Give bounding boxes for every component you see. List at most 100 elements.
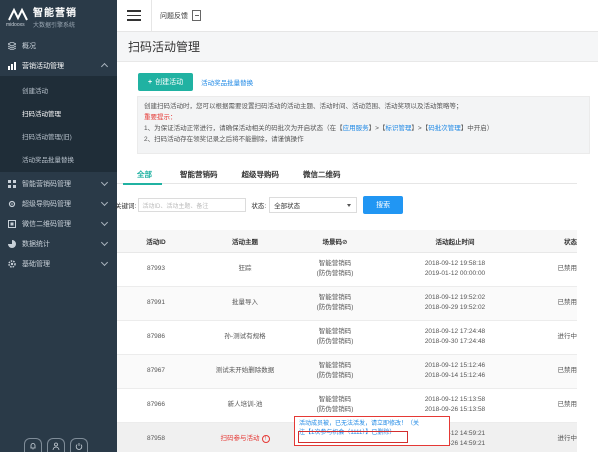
action-bar: + 创建活动 活动奖品批量替换: [138, 73, 253, 91]
create-activity-label: 创建活动: [155, 79, 184, 86]
sidebar-item-smart-code[interactable]: 智能营销码管理: [0, 174, 117, 194]
sidebar-subitem-batch-replace[interactable]: 活动奖品批量替换: [0, 147, 117, 170]
sidebar-item-label: 营销活动管理: [22, 63, 64, 70]
header-type: 场景码⊘: [295, 230, 375, 253]
cell-id: 87993: [117, 252, 195, 287]
app-service-link[interactable]: 应用服务: [343, 125, 369, 132]
edit-icon[interactable]: [192, 10, 201, 21]
cell-time: 2018-09-12 17:24:48 2018-09-30 17:24:48: [375, 320, 535, 355]
chevron-down-icon: [100, 258, 109, 267]
cell-name: 新人培训-池: [195, 388, 295, 423]
time-start: 2018-09-12 15:13:58: [424, 396, 486, 403]
tip-text: 】中开启）: [460, 125, 494, 132]
time-end: 2018-09-29 19:52:02: [424, 304, 486, 311]
keyword-input[interactable]: 活动ID、活动主题、备注: [138, 198, 247, 212]
type-line: 智能营销码: [318, 260, 352, 267]
divider: [151, 0, 152, 32]
tip-text: 】>【: [368, 125, 386, 132]
type-line: (防伪营销码): [316, 270, 354, 277]
cell-id: 87991: [117, 286, 195, 321]
sidebar-subitem-create[interactable]: 创建活动: [0, 78, 117, 101]
tab-bar: 全部 智能营销码 超级导购码 微信二维码: [117, 164, 577, 185]
error-name-text: 扫码参与活动: [220, 435, 260, 442]
cell-type: 智能营销码 (防伪营销码): [295, 354, 375, 389]
header-id: 活动ID: [117, 230, 195, 253]
sidebar-subitem-scan-manage-old[interactable]: 扫码活动管理(旧): [0, 124, 117, 147]
sidebar-submenu: 创建活动 扫码活动管理 扫码活动管理(旧) 活动奖品批量替换: [0, 76, 117, 172]
feedback-link[interactable]: 问题反馈: [160, 11, 188, 21]
cell-id: 87958: [117, 422, 195, 452]
keyword-label: 关键词:: [115, 203, 137, 210]
type-line: 智能营销码: [318, 396, 352, 403]
tip-warning-title: 重要提示：: [144, 114, 177, 121]
sidebar: 智能营销 大数据引擎系统 midooxs 概况 营销活动管理 创建活动 扫码活动…: [0, 0, 117, 452]
table-row[interactable]: 87986 孙-测试有规格 智能营销码 (防伪营销码) 2018-09-12 17…: [117, 320, 577, 355]
brand-subtitle: 大数据引擎系统: [33, 22, 76, 29]
type-line: 智能营销码: [318, 294, 352, 301]
table-row[interactable]: 87991 批量导入 智能营销码 (防伪营销码) 2018-09-12 19:52…: [117, 286, 577, 321]
tooltip-highlight-box: [298, 431, 408, 443]
chart-icon: [8, 62, 16, 70]
sidebar-item-overview[interactable]: 概况: [0, 36, 117, 56]
sidebar-item-statistics[interactable]: 数据统计: [0, 234, 117, 254]
cell-status: 进行中: [535, 422, 577, 452]
sidebar-item-label: 超级导购码管理: [22, 201, 71, 208]
sidebar-item-marketing[interactable]: 营销活动管理: [0, 56, 117, 76]
header-name: 活动主题: [195, 230, 295, 253]
table-row[interactable]: 87967 测试未开始删除数据 智能营销码 (防伪营销码) 2018-09-12 …: [117, 354, 577, 389]
header-time: 活动起止时间: [375, 230, 535, 253]
warning-icon[interactable]: !: [261, 435, 270, 443]
table-row[interactable]: 87993 狂踪 智能营销码 (防伪营销码) 2018-09-12 19:58:1…: [117, 252, 577, 287]
cell-status: 已禁用: [535, 286, 577, 321]
tip-text: 】>【: [411, 125, 429, 132]
sidebar-item-label: 微信二维码管理: [22, 221, 71, 228]
main-content: + 创建活动 活动奖品批量替换 创建扫码活动时，您可以根据需要设置扫码活动的活动…: [115, 62, 598, 452]
tab-wechat-qr[interactable]: 微信二维码: [291, 164, 353, 184]
header-status: 状态: [535, 230, 577, 253]
status-select-value: 全部状态: [274, 203, 301, 210]
type-line: (防伪营销码): [316, 372, 354, 379]
brand-small-text: midooxs: [6, 22, 25, 28]
cell-name: 批量导入: [195, 286, 295, 321]
type-line: (防伪营销码): [316, 406, 354, 413]
qrcode-icon: [8, 220, 16, 228]
chevron-down-icon: [100, 198, 109, 207]
tooltip-line: 活动成员被，已无法活发，请立即修改！（关: [299, 421, 420, 427]
brand-logo[interactable]: 智能营销 大数据引擎系统 midooxs: [0, 0, 117, 32]
cell-name: 扫码参与活动 !: [195, 422, 295, 452]
sidebar-subitem-scan-manage[interactable]: 扫码活动管理: [0, 101, 117, 124]
tips-panel: 创建扫码活动时，您可以根据需要设置扫码活动的活动主题、活动时间、活动范围、活动奖…: [137, 96, 590, 154]
batch-replace-link[interactable]: 活动奖品批量替换: [201, 77, 253, 87]
cell-status: 已禁用: [535, 354, 577, 389]
cell-type: 智能营销码 (防伪营销码): [295, 320, 375, 355]
time-end: 2018-09-30 17:24:48: [424, 338, 486, 345]
tab-smart-code[interactable]: 智能营销码: [168, 164, 230, 184]
sidebar-item-guide-code[interactable]: 超级导购码管理: [0, 194, 117, 214]
bell-icon[interactable]: [24, 438, 42, 452]
top-bar: 问题反馈: [117, 0, 598, 32]
user-icon[interactable]: [47, 438, 65, 452]
status-select[interactable]: 全部状态: [269, 197, 358, 213]
cell-id: 87967: [117, 354, 195, 389]
power-icon[interactable]: [70, 438, 88, 452]
tab-guide-code[interactable]: 超级导购码: [230, 164, 292, 184]
cell-id: 87966: [117, 388, 195, 423]
cell-name: 狂踪: [195, 252, 295, 287]
sidebar-item-basic[interactable]: 基础管理: [0, 254, 117, 274]
time-start: 2018-09-12 17:24:48: [424, 328, 486, 335]
create-activity-button[interactable]: + 创建活动: [138, 73, 194, 91]
tab-all[interactable]: 全部: [117, 164, 168, 185]
time-end: 2019-01-12 00:00:00: [424, 270, 486, 277]
sidebar-item-wechat-qr[interactable]: 微信二维码管理: [0, 214, 117, 234]
search-button[interactable]: 搜索: [363, 196, 404, 214]
status-label: 状态:: [251, 203, 267, 210]
sidebar-item-label: 智能营销码管理: [22, 181, 71, 188]
batch-manage-link[interactable]: 码批次管理: [428, 125, 461, 132]
id-manage-link[interactable]: 标识管理: [385, 125, 411, 132]
chevron-down-icon: [100, 238, 109, 247]
menu-toggle-icon[interactable]: [127, 10, 141, 21]
brand-name: 智能营销: [33, 7, 77, 19]
error-name-wrap: 扫码参与活动 !: [221, 434, 270, 444]
chevron-down-icon: [100, 178, 109, 187]
page-header: 扫码活动管理: [117, 32, 598, 62]
